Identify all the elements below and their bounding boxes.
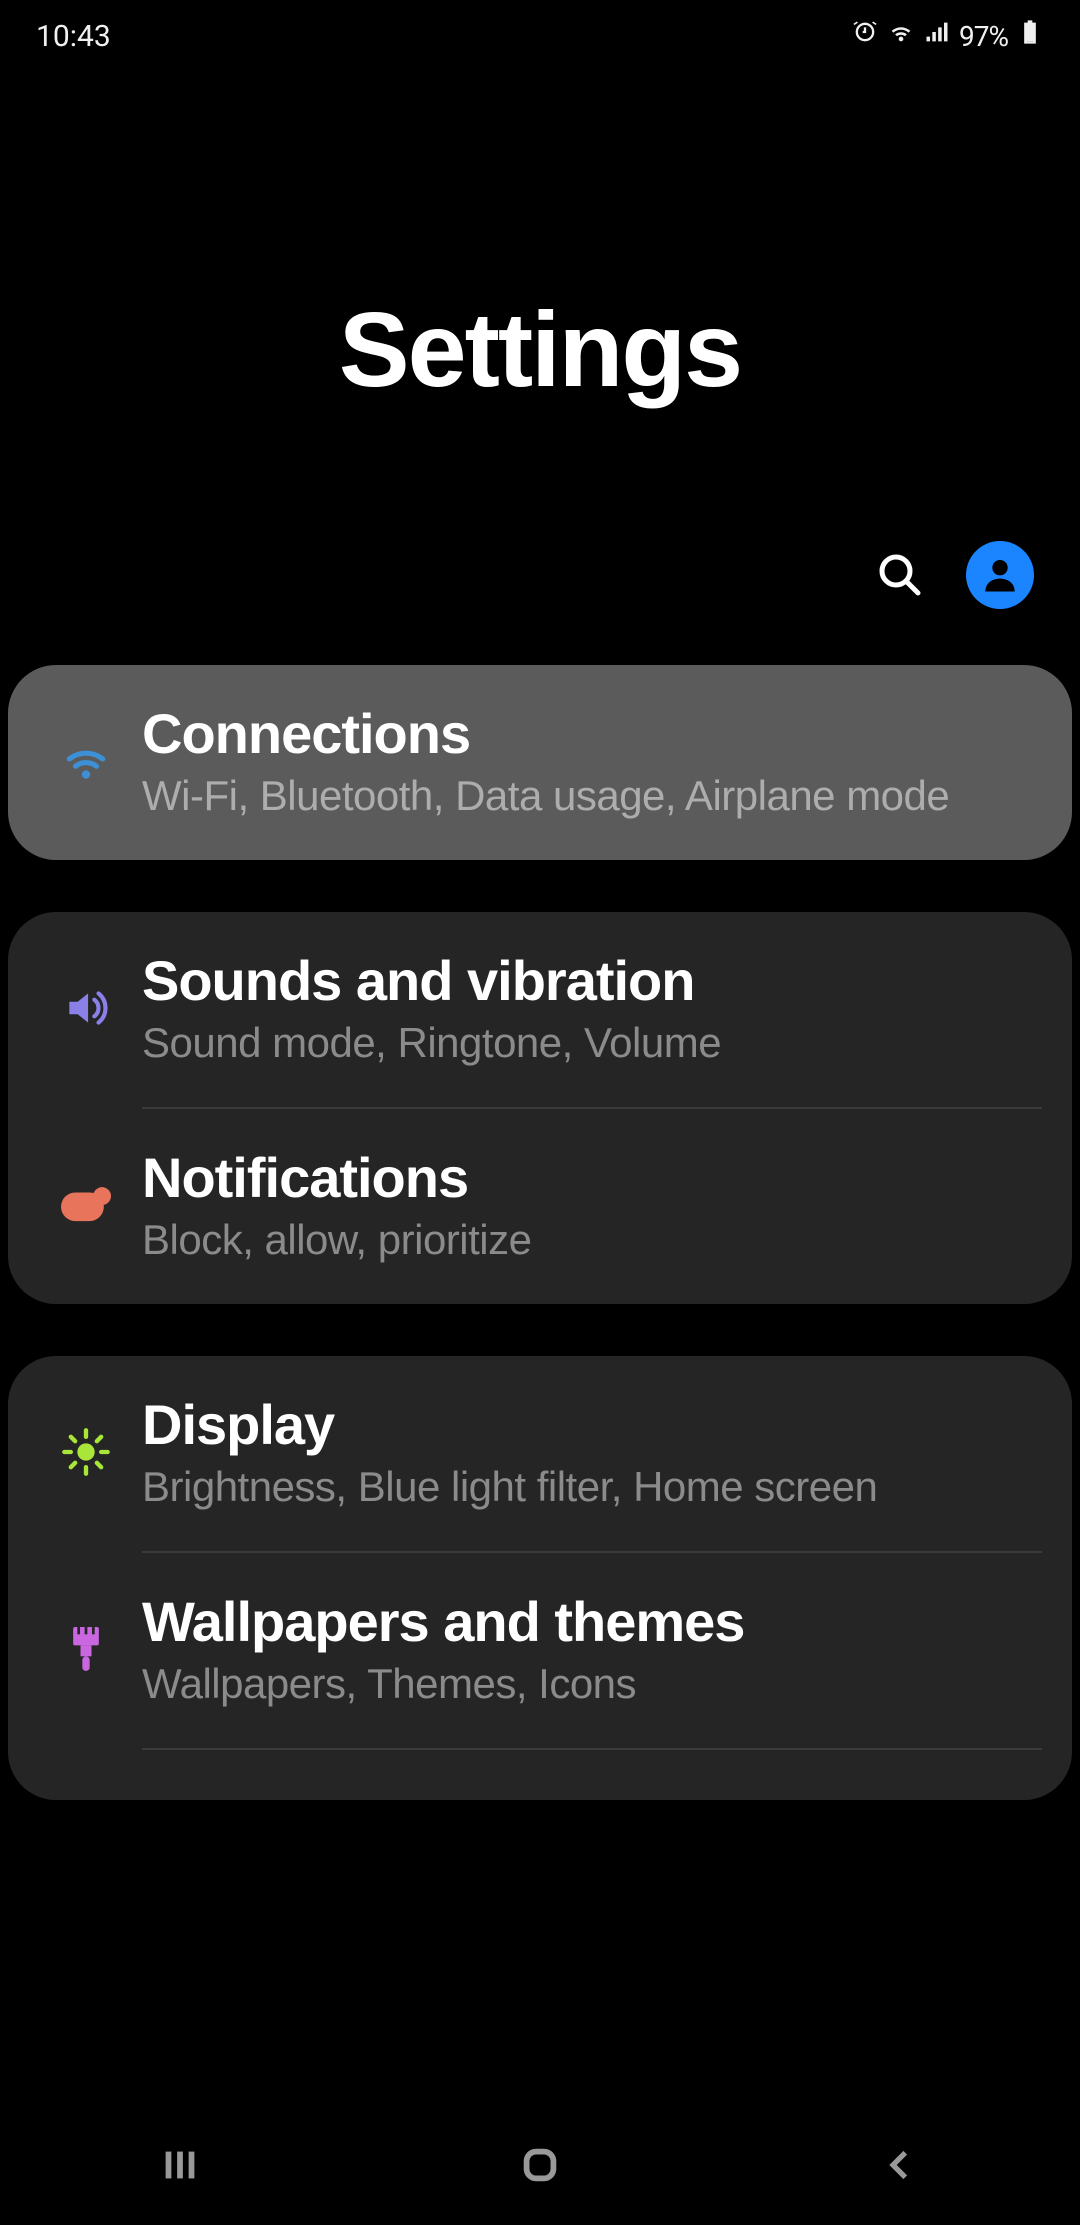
status-icons: 97% (851, 18, 1044, 54)
settings-item-connections[interactable]: Connections Wi-Fi, Bluetooth, Data usage… (8, 665, 1072, 860)
home-icon (517, 2142, 563, 2188)
settings-item-sounds[interactable]: Sounds and vibration Sound mode, Rington… (8, 912, 1072, 1107)
signal-icon (923, 18, 951, 54)
settings-item-title: Sounds and vibration (142, 948, 1042, 1013)
settings-item-subtitle: Wi-Fi, Bluetooth, Data usage, Airplane m… (142, 772, 1042, 820)
profile-button[interactable] (966, 541, 1034, 609)
recents-button[interactable] (120, 2135, 240, 2195)
settings-item-title: Notifications (142, 1145, 1042, 1210)
settings-group-display-themes: Display Brightness, Blue light filter, H… (8, 1356, 1072, 1800)
home-button[interactable] (480, 2135, 600, 2195)
search-icon (876, 551, 924, 599)
wifi-icon (887, 18, 915, 54)
speaker-icon (30, 983, 142, 1033)
settings-item-notifications[interactable]: Notifications Block, allow, prioritize (8, 1109, 1072, 1304)
settings-item-subtitle: Wallpapers, Themes, Icons (142, 1660, 1042, 1708)
title-actions (0, 541, 1080, 665)
status-bar: 10:43 97% (0, 0, 1080, 60)
settings-item-subtitle: Brightness, Blue light filter, Home scre… (142, 1463, 1042, 1511)
navigation-bar (0, 2110, 1080, 2220)
person-icon (978, 553, 1022, 597)
settings-item-display[interactable]: Display Brightness, Blue light filter, H… (8, 1356, 1072, 1551)
back-button[interactable] (840, 2135, 960, 2195)
settings-scroll[interactable]: Connections Wi-Fi, Bluetooth, Data usage… (0, 665, 1080, 2225)
notification-icon (30, 1187, 142, 1223)
settings-item-subtitle: Block, allow, prioritize (142, 1216, 1042, 1264)
settings-item-title: Display (142, 1392, 1042, 1457)
page-title: Settings (0, 290, 1080, 411)
settings-item-subtitle: Sound mode, Ringtone, Volume (142, 1019, 1042, 1067)
back-icon (879, 2144, 921, 2186)
settings-item-wallpapers[interactable]: Wallpapers and themes Wallpapers, Themes… (8, 1553, 1072, 1748)
search-button[interactable] (874, 549, 926, 601)
status-time: 10:43 (36, 19, 111, 54)
paintbrush-icon (30, 1623, 142, 1675)
recents-icon (157, 2142, 203, 2188)
brightness-icon (30, 1426, 142, 1478)
settings-item-peek[interactable] (8, 1750, 1072, 1800)
wifi-icon (30, 736, 142, 786)
alarm-icon (851, 18, 879, 54)
battery-icon (1016, 18, 1044, 54)
settings-item-title: Wallpapers and themes (142, 1589, 1042, 1654)
settings-group-connections: Connections Wi-Fi, Bluetooth, Data usage… (8, 665, 1072, 860)
battery-percent: 97% (959, 20, 1008, 53)
settings-item-title: Connections (142, 701, 1042, 766)
settings-group-sound-notifications: Sounds and vibration Sound mode, Rington… (8, 912, 1072, 1304)
